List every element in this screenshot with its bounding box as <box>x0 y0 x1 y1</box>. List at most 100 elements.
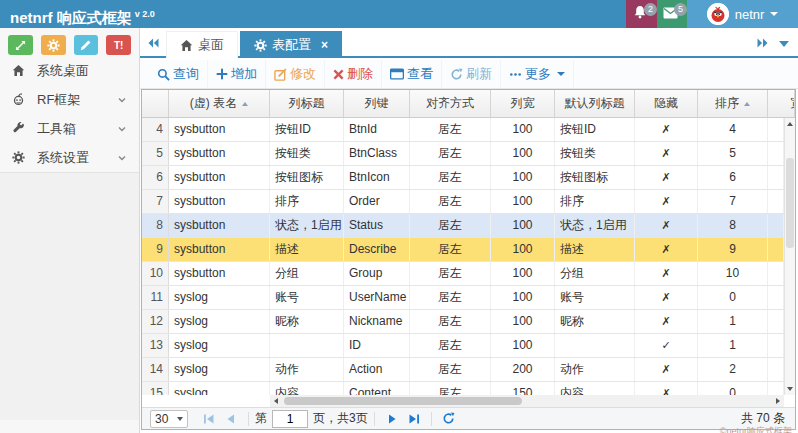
table-row[interactable]: 7sysbutton排序Order居左100排序✗7 <box>142 190 784 214</box>
sidebar-item-1[interactable]: RF框架 <box>0 85 139 114</box>
toolbar-button-3[interactable]: 删除 <box>325 60 382 88</box>
tabs-scroll-left-icon[interactable] <box>148 38 159 48</box>
top-navbar: netnrf 响应式框架v 2.0 2 5 <box>0 0 798 28</box>
toolbar-button-5[interactable]: 刷新 <box>442 60 501 88</box>
table-cell <box>555 334 635 357</box>
sidebar-quick-buttons: T! <box>0 28 139 56</box>
table-cell: syslog <box>169 310 270 333</box>
table-cell: Nickname <box>344 310 410 333</box>
column-header-label: 默认列标题 <box>565 95 625 112</box>
table-cell: 8 <box>142 214 169 237</box>
table-cell: Status <box>344 214 410 237</box>
table-cell: 居左 <box>410 358 491 381</box>
toolbar-button-2[interactable]: 修改 <box>266 60 325 88</box>
column-header-label: 隐藏 <box>654 95 678 112</box>
column-header-5[interactable]: 列宽 <box>491 90 555 117</box>
page-size-select[interactable]: 30 <box>150 410 188 428</box>
table-row[interactable]: 11syslog账号UserName居左100账号✗0 <box>142 286 784 310</box>
table-row[interactable]: 14syslog动作Action居左200动作✗2 <box>142 358 784 382</box>
table-cell: 100 <box>491 118 555 141</box>
horizontal-scroll-thumb[interactable] <box>284 397 522 405</box>
vertical-scrollbar[interactable] <box>784 118 795 395</box>
column-header-2[interactable]: 列标题 <box>270 90 344 117</box>
scroll-right-icon[interactable] <box>772 395 784 407</box>
column-header-label: 列标题 <box>289 95 325 112</box>
sidebar-item-label: 系统设置 <box>37 149 89 167</box>
next-page-button[interactable] <box>381 408 403 429</box>
column-header-6[interactable]: 默认列标题 <box>555 90 635 117</box>
toolbar-button-6[interactable]: 更多 <box>501 60 574 88</box>
table-cell: 账号 <box>555 286 635 309</box>
table-row[interactable]: 6sysbutton按钮图标BtnIcon居左100按钮图标✗6 <box>142 166 784 190</box>
table-cell: 昵称 <box>555 310 635 333</box>
toolbar-button-0[interactable]: 查询 <box>149 60 208 88</box>
page-number-input[interactable] <box>272 410 308 428</box>
horizontal-scrollbar[interactable] <box>270 395 784 407</box>
table-row[interactable]: 5sysbutton按钮类BtnClass居左100按钮类✗5 <box>142 142 784 166</box>
sidebar-item-3[interactable]: 系统设置 <box>0 143 139 172</box>
scroll-down-icon[interactable] <box>785 383 795 395</box>
scroll-left-icon[interactable] <box>270 395 282 407</box>
tab-1[interactable]: 表配置 × <box>240 31 342 58</box>
sidebar-item-label: 系统桌面 <box>37 62 89 80</box>
table-cell: 100 <box>491 286 555 309</box>
user-menu[interactable]: netnr <box>687 0 798 28</box>
last-page-button[interactable] <box>403 408 425 429</box>
vertical-scroll-thumb[interactable] <box>786 158 794 248</box>
table-cell: ✗ <box>635 382 698 395</box>
table-cell: BtnIcon <box>344 166 410 189</box>
table-cell <box>270 334 344 357</box>
table-cell: 4 <box>698 118 768 141</box>
table-row[interactable]: 13syslogID居左100✓1 <box>142 334 784 358</box>
column-header-label: 排序 <box>715 95 739 112</box>
sidebar-item-label: 工具箱 <box>37 120 76 138</box>
table-cell: sysbutton <box>169 214 270 237</box>
toolbar-button-4[interactable]: 查看 <box>382 60 442 88</box>
reload-button[interactable] <box>438 408 460 429</box>
first-page-button[interactable] <box>198 408 220 429</box>
messages-button[interactable]: 5 <box>657 0 687 28</box>
table-row[interactable]: 4sysbutton按钮IDBtnId居左100按钮ID✗4 <box>142 118 784 142</box>
column-header-3[interactable]: 列键 <box>344 90 410 117</box>
table-cell <box>768 382 784 395</box>
notifications-button[interactable]: 2 <box>626 0 657 28</box>
settings-quick-button[interactable] <box>41 35 66 55</box>
column-header-1[interactable]: (虚) 表名 <box>169 90 270 117</box>
column-header-7[interactable]: 隐藏 <box>635 90 698 117</box>
table-cell: ✓ <box>635 334 698 357</box>
table-row[interactable]: 12syslog昵称Nickname居左100昵称✗1 <box>142 310 784 334</box>
sidebar-item-2[interactable]: 工具箱 <box>0 114 139 143</box>
scroll-up-icon[interactable] <box>785 118 795 130</box>
sidebar-item-0[interactable]: 系统桌面 <box>0 56 139 85</box>
tabs-scroll-right-icon[interactable] <box>757 38 768 48</box>
table-cell: 状态，1启用 <box>270 214 344 237</box>
prev-page-button[interactable] <box>220 408 242 429</box>
table-cell: 13 <box>142 334 169 357</box>
page: netnrf 响应式框架v 2.0 2 5 <box>0 0 798 433</box>
table-row[interactable]: 10sysbutton分组Group居左100分组✗10 <box>142 262 784 286</box>
close-icon[interactable]: × <box>321 39 328 51</box>
column-header-0[interactable] <box>142 90 169 117</box>
table-row[interactable]: 8sysbutton状态，1启用Status居左100状态，1启用✗8 <box>142 214 784 238</box>
table-cell: BtnClass <box>344 142 410 165</box>
font-quick-button[interactable]: T! <box>106 35 131 55</box>
column-header-4[interactable]: 对齐方式 <box>410 90 491 117</box>
toolbar-button-1[interactable]: 增加 <box>208 60 266 88</box>
table-cell: 按钮图标 <box>555 166 635 189</box>
column-header-8[interactable]: 排序 <box>698 90 768 117</box>
table-cell: ✗ <box>635 286 698 309</box>
table-row[interactable]: 9sysbutton描述Describe居左100描述✗9 <box>142 238 784 262</box>
chevron-down-icon <box>177 417 183 421</box>
table-cell: 内容 <box>270 382 344 395</box>
tabs-menu-caret-icon[interactable] <box>779 41 789 47</box>
notification-badge: 2 <box>644 3 657 16</box>
table-cell: sysbutton <box>169 190 270 213</box>
table-row[interactable]: 15syslog内容Content居左150内容✗0 <box>142 382 784 395</box>
tab-label: 表配置 <box>272 36 311 54</box>
tab-0[interactable]: 桌面 <box>166 31 238 58</box>
table-cell: 居左 <box>410 142 491 165</box>
edit-quick-button[interactable] <box>74 35 99 55</box>
expand-quick-button[interactable] <box>8 35 33 55</box>
column-header-9[interactable]: 宽 <box>768 90 795 117</box>
brand[interactable]: netnrf 响应式框架v 2.0 <box>0 0 155 28</box>
